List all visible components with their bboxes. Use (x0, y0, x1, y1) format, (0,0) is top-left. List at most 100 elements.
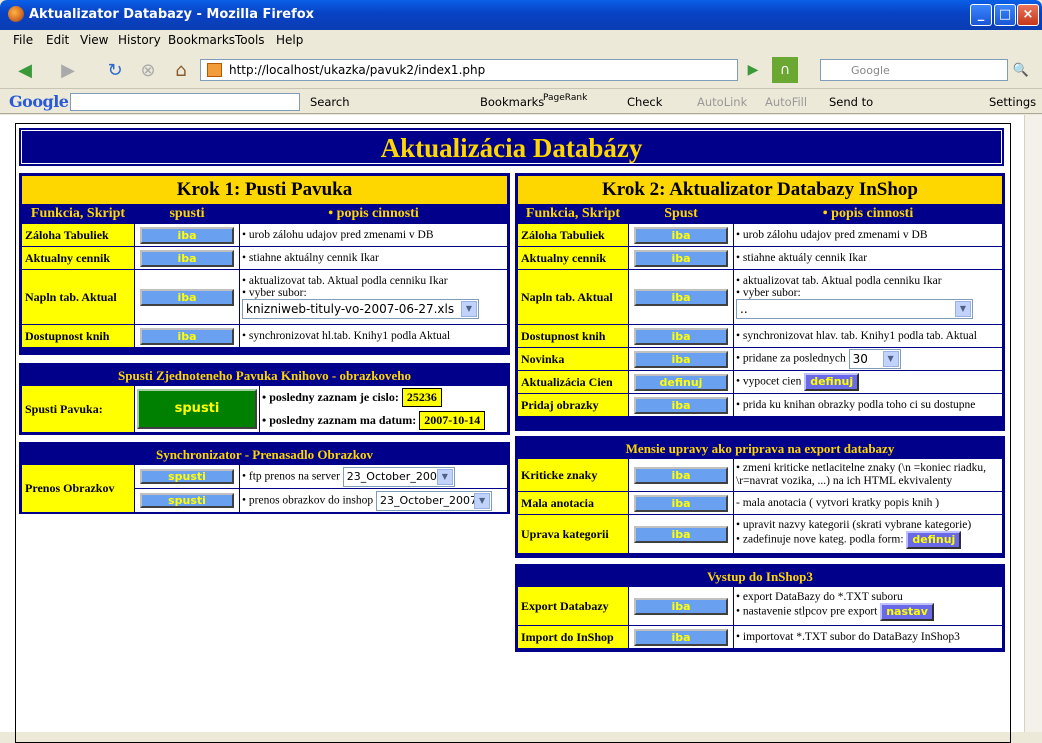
col-funkcia: Funkcia, Skript (22, 205, 134, 223)
obrazky-iba-button[interactable]: iba (634, 396, 728, 414)
row-desc: • vypocet cien (736, 375, 802, 388)
menu-history[interactable]: History (118, 33, 161, 47)
row-desc: • urob zálohu udajov pred zmenami v DB (734, 224, 1002, 246)
google-search-button[interactable]: Search (310, 95, 350, 109)
row-label: Aktualny cennik (22, 247, 134, 269)
row-desc: • zadefinuje nove kateg. podla form: (736, 533, 904, 546)
krok1-panel: Krok 1: Pusti Pavuka Funkcia, Skript spu… (19, 173, 510, 355)
posledny-cislo-value: 25236 (401, 388, 442, 407)
title-bar: Aktualizator Databazy - Mozilla Firefox … (0, 0, 1042, 30)
kategorie-iba-button[interactable]: iba (634, 525, 728, 543)
pavuk-label: Spusti Pavuka: (22, 386, 134, 432)
maximize-button[interactable]: □ (994, 4, 1016, 26)
chevron-down-icon: ▼ (955, 301, 971, 317)
inshop-date-select[interactable]: 23_October_2007 ▼ (376, 490, 493, 511)
row-desc: • vyber subor: (242, 287, 307, 299)
col-spusti: spusti (135, 205, 239, 223)
row-label: Dostupnost knih (22, 325, 134, 347)
anotacia-iba-button[interactable]: iba (634, 494, 728, 512)
cennik-iba-button[interactable]: iba (140, 249, 234, 267)
row-label: Aktualny cennik (518, 247, 628, 269)
search-icon[interactable]: 🔍 (1010, 57, 1032, 83)
back-icon[interactable]: ◀ (10, 57, 40, 83)
novinka-days-select[interactable]: 30 ▼ (848, 349, 901, 369)
minimize-button[interactable]: _ (970, 4, 992, 26)
google-logo: Google (9, 92, 69, 111)
menu-file[interactable]: File (13, 33, 33, 47)
sendto-button[interactable]: Send to (829, 95, 873, 109)
page-viewport: Aktualizácia Databázy Krok 1: Pusti Pavu… (0, 115, 1042, 743)
dostupnost2-iba-button[interactable]: iba (634, 327, 728, 345)
krok2-panel: Krok 2: Aktualizator Databazy InShop Fun… (515, 173, 1005, 431)
autolink-button[interactable]: AutoLink (697, 95, 747, 109)
ftp-date-select[interactable]: 23_October_2007 ▼ (342, 466, 455, 487)
ftp-desc: • ftp prenos na server (242, 470, 340, 483)
dostupnost-iba-button[interactable]: iba (140, 327, 234, 345)
cennik2-iba-button[interactable]: iba (634, 249, 728, 267)
mensie-panel: Mensie upravy ako priprava na export dat… (515, 436, 1005, 558)
kriticke-iba-button[interactable]: iba (634, 466, 728, 484)
col-spust: Spust (629, 205, 733, 223)
export-iba-button[interactable]: iba (634, 597, 728, 615)
bookmarks-button[interactable]: Bookmarks (480, 95, 544, 109)
row-desc: • zmeni kriticke netlacitelne znaky (\n … (734, 459, 1002, 491)
chevron-down-icon: ▼ (461, 301, 477, 317)
pavuk-title: Spusti Zjednoteneho Pavuka Knihovo - obr… (22, 366, 507, 385)
vertical-scrollbar[interactable] (1024, 115, 1042, 732)
menu-help[interactable]: Help (276, 33, 303, 47)
menu-bar: File Edit View History Bookmarks Tools H… (0, 30, 1042, 50)
spusti-pavuka-button[interactable]: spusti (137, 389, 257, 429)
row-desc: • prida ku knihan obrazky podla toho ci … (734, 394, 1002, 416)
mensie-title: Mensie upravy ako priprava na export dat… (518, 439, 1002, 458)
chevron-down-icon: ▼ (474, 492, 491, 509)
go-icon[interactable]: ▶ (742, 57, 764, 83)
google-search-input[interactable] (70, 93, 300, 111)
napln2-iba-button[interactable]: iba (634, 288, 728, 306)
vypocet-definuj-button[interactable]: definuj (804, 373, 860, 391)
chevron-down-icon: ▼ (882, 351, 899, 367)
chevron-down-icon: ▼ (436, 468, 453, 485)
ftp-spusti-button[interactable]: spusti (140, 469, 234, 484)
nastav-button[interactable]: nastav (880, 603, 934, 621)
novinka-iba-button[interactable]: iba (634, 350, 728, 368)
subor2-select[interactable]: .. ▼ (736, 299, 973, 319)
row-desc: • synchronizovat hl.tab. Knihy1 podla Ak… (240, 325, 507, 347)
inshop-spusti-button[interactable]: spusti (140, 493, 234, 508)
ceny-definuj-button[interactable]: definuj (634, 373, 728, 391)
stop-icon[interactable]: ⊗ (135, 57, 161, 83)
menu-bookmarks[interactable]: Bookmarks (168, 33, 235, 47)
forward-icon[interactable]: ▶ (55, 57, 81, 83)
zaloha-iba-button[interactable]: iba (140, 226, 234, 244)
row-desc: • nastavenie stlpcov pre export (736, 605, 878, 618)
addon-icon[interactable]: ∩ (772, 57, 798, 83)
row-desc: • pridane za poslednych (736, 352, 846, 365)
home-icon[interactable]: ⌂ (168, 57, 194, 83)
url-text: http://localhost/ukazka/pavuk2/index1.ph… (229, 63, 486, 77)
row-label: Mala anotacia (518, 492, 628, 514)
autofill-button[interactable]: AutoFill (765, 95, 807, 109)
url-bar[interactable]: http://localhost/ukazka/pavuk2/index1.ph… (200, 59, 738, 81)
row-desc: • stiahne aktuálny cennik Ikar (240, 247, 507, 269)
subor-select[interactable]: knizniweb-tituly-vo-2007-06-27.xls ▼ (242, 299, 479, 319)
row-desc: • stiahne aktuály cennik Ikar (734, 247, 1002, 269)
web-search-input[interactable]: Google (820, 59, 1008, 81)
menu-edit[interactable]: Edit (46, 33, 69, 47)
menu-tools[interactable]: Tools (235, 33, 265, 47)
reload-icon[interactable]: ↻ (102, 57, 128, 83)
check-button[interactable]: Check (627, 95, 662, 109)
pagerank-label: PageRank (543, 93, 588, 103)
vystup-title: Vystup do InShop3 (518, 567, 1002, 586)
row-desc: • importovat *.TXT subor do DataBazy InS… (734, 626, 1002, 648)
zaloha2-iba-button[interactable]: iba (634, 226, 728, 244)
close-button[interactable]: × (1017, 4, 1039, 26)
row-desc: • aktualizovat tab. Aktual podla cenniku… (736, 275, 942, 287)
settings-button[interactable]: Settings (989, 95, 1036, 109)
row-label: Aktualizácia Cien (518, 371, 628, 393)
vystup-panel: Vystup do InShop3 Export Databazy iba • … (515, 564, 1005, 652)
import-iba-button[interactable]: iba (634, 628, 728, 646)
menu-view[interactable]: View (80, 33, 108, 47)
pavuk-panel: Spusti Zjednoteneho Pavuka Knihovo - obr… (19, 363, 510, 435)
kategorie-definuj-button[interactable]: definuj (906, 531, 962, 549)
row-label: Import do InShop (518, 626, 628, 648)
napln-iba-button[interactable]: iba (140, 288, 234, 306)
